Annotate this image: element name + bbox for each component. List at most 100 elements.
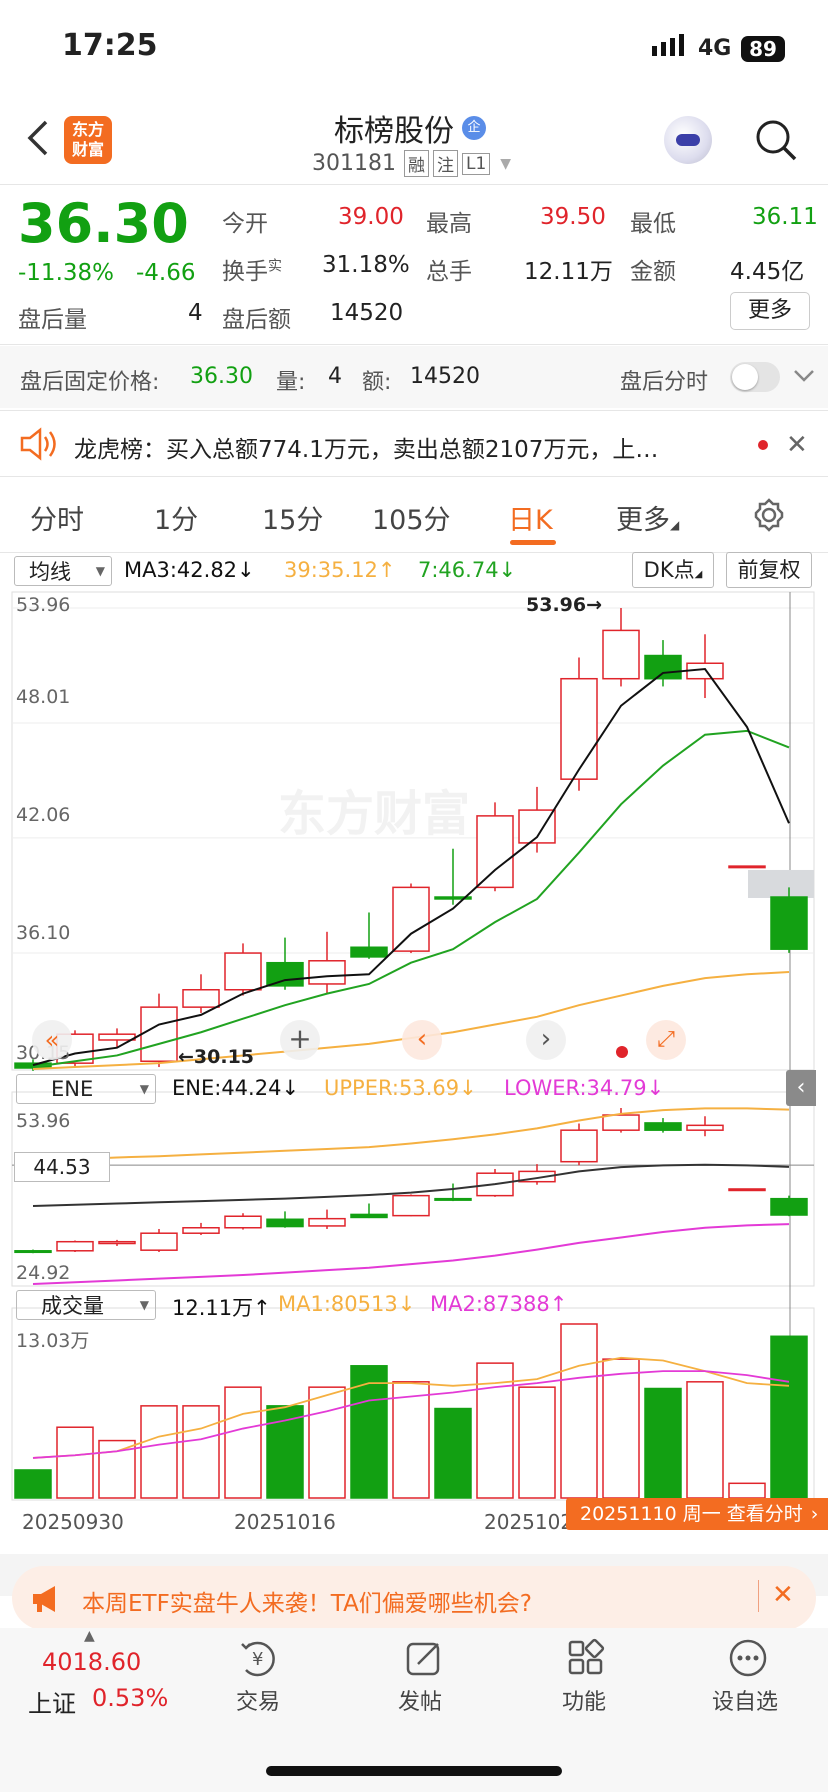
- candle-body-ene: [350, 1213, 388, 1219]
- current-price: 36.30: [18, 192, 189, 255]
- ene-indicator-select[interactable]: ENE ▼: [16, 1074, 156, 1104]
- after-hours-toggle[interactable]: [730, 362, 780, 392]
- ene-y-bottom: 24.92: [16, 1262, 71, 1284]
- candle-body-ene: [98, 1240, 136, 1245]
- search-icon[interactable]: [754, 118, 798, 162]
- scroll-left-icon[interactable]: ‹: [402, 1020, 442, 1060]
- stock-code-row[interactable]: 301181 融 注 L1 ▼: [312, 150, 511, 177]
- dragon-tiger-notice[interactable]: 龙虎榜：买入总额774.1万元，卖出总额2107万元，上…: [74, 430, 724, 464]
- index-value[interactable]: 4018.60: [42, 1648, 141, 1676]
- nav-add-watchlist[interactable]: 设自选: [712, 1684, 778, 1716]
- nav-trade[interactable]: 交易: [236, 1684, 280, 1716]
- collapse-panel-icon[interactable]: ‹: [786, 1070, 816, 1106]
- view-intraday-tooltip[interactable]: 20251110 周一 查看分时 ›: [566, 1498, 828, 1530]
- tab-daily-k[interactable]: 日K: [508, 498, 553, 537]
- candle-body-price: [308, 960, 346, 985]
- turnover-label: 换手实: [222, 258, 282, 285]
- crosshair-icon[interactable]: +: [280, 1020, 320, 1060]
- ma39-value: 39:35.12↑: [284, 558, 396, 582]
- forward-adjust-button[interactable]: 前复权: [726, 552, 812, 588]
- close-icon[interactable]: ✕: [786, 430, 808, 460]
- volume-bar: [728, 1482, 766, 1499]
- settings-gear-icon[interactable]: [752, 498, 786, 532]
- volume-ma2: MA2:87388↑: [430, 1292, 568, 1316]
- candle-body-ene: [182, 1227, 220, 1234]
- candle-body-ene: [392, 1194, 430, 1217]
- volume-bar: [602, 1358, 640, 1499]
- banner-close-icon[interactable]: ✕: [772, 1580, 794, 1610]
- banner-divider: [758, 1580, 759, 1612]
- trade-icon[interactable]: ¥: [238, 1638, 282, 1678]
- candle-body-price: [602, 629, 640, 680]
- network-label: 4G: [698, 36, 732, 61]
- index-name[interactable]: 上证: [28, 1684, 76, 1719]
- more-button[interactable]: 更多: [730, 292, 810, 330]
- ene-value: ENE:44.24↓: [172, 1076, 300, 1100]
- volume-bar: [392, 1381, 430, 1499]
- tab-1min[interactable]: 1分: [154, 498, 198, 537]
- ma7-value: 7:46.74↓: [418, 558, 517, 582]
- ma-indicator-select[interactable]: 均线 ▼: [14, 556, 112, 586]
- after-hours-vol-label: 量:: [276, 370, 306, 395]
- tab-timeshare[interactable]: 分时: [30, 498, 84, 537]
- date-label-1: 20250930: [22, 1510, 124, 1534]
- volume-bar: [686, 1381, 724, 1499]
- candle-body-price: [392, 886, 430, 952]
- index-percent[interactable]: 0.53%: [92, 1684, 168, 1712]
- date-label-2: 20251016: [234, 1510, 336, 1534]
- candle-body-price: [476, 815, 514, 889]
- min-price-note: ←30.15: [178, 1046, 255, 1068]
- candle-body-price: [770, 896, 808, 950]
- tag-registration: 注: [432, 150, 458, 177]
- open-value: 39.00: [338, 204, 404, 230]
- tab-more[interactable]: 更多◢: [616, 498, 679, 537]
- candle-body-ene: [224, 1215, 262, 1229]
- volume-indicator-select[interactable]: 成交量 ▼: [16, 1290, 156, 1320]
- high-label: 最高: [426, 211, 472, 237]
- candle-body-price: [266, 961, 304, 987]
- turnover-value: 31.18%: [322, 252, 410, 278]
- scroll-right-icon[interactable]: ›: [526, 1020, 566, 1060]
- dk-point-button[interactable]: DK点◢: [632, 552, 714, 588]
- screen: { "status_bar": { "time": "17:25", "netw…: [0, 0, 828, 1792]
- volume-bar: [308, 1386, 346, 1499]
- fullscreen-icon[interactable]: ⤢: [646, 1020, 686, 1060]
- functions-icon[interactable]: [566, 1638, 606, 1678]
- active-tab-indicator: [510, 540, 556, 545]
- stock-title: 标榜股份: [334, 114, 454, 149]
- y-label-4: 36.10: [16, 922, 71, 944]
- back-icon[interactable]: [24, 118, 54, 158]
- signal-icon: [652, 34, 684, 56]
- tab-105min[interactable]: 105分: [372, 498, 451, 537]
- candle-body-ene: [14, 1250, 52, 1254]
- after-hours-amt-label: 额:: [362, 370, 392, 395]
- volume-bar: [518, 1386, 556, 1499]
- assistant-avatar-icon[interactable]: [664, 116, 712, 164]
- megaphone-icon: [30, 1584, 66, 1614]
- candle-body-price: [182, 989, 220, 1008]
- nav-functions[interactable]: 功能: [562, 1684, 606, 1716]
- kline-chart[interactable]: 东方财富: [0, 590, 828, 1550]
- candle-body-price: [350, 946, 388, 958]
- candle-body-ene: [728, 1188, 766, 1192]
- amount-label: 金额: [630, 259, 676, 285]
- nav-post[interactable]: 发帖: [398, 1684, 442, 1716]
- amount-value: 4.45亿: [730, 259, 805, 285]
- ene-crosshair-value: 44.53: [14, 1152, 110, 1182]
- prev-fast-icon[interactable]: «: [32, 1020, 72, 1060]
- chevron-down-icon[interactable]: [792, 366, 816, 386]
- after-amount-label: 盘后额: [222, 307, 291, 333]
- low-label: 最低: [630, 211, 676, 237]
- post-icon[interactable]: [404, 1638, 444, 1678]
- volume-current: 12.11万↑: [172, 1296, 271, 1320]
- add-watchlist-icon[interactable]: [728, 1638, 768, 1678]
- ene-upper: UPPER:53.69↓: [324, 1076, 477, 1100]
- ma3-value: MA3:42.82↓: [124, 558, 255, 582]
- candle-body-price: [98, 1033, 136, 1041]
- tab-15min[interactable]: 15分: [262, 498, 323, 537]
- volume-bar: [350, 1365, 388, 1499]
- svg-text:¥: ¥: [252, 1649, 263, 1670]
- home-indicator: [266, 1766, 562, 1776]
- volume-bar: [434, 1407, 472, 1499]
- open-label: 今开: [222, 211, 268, 237]
